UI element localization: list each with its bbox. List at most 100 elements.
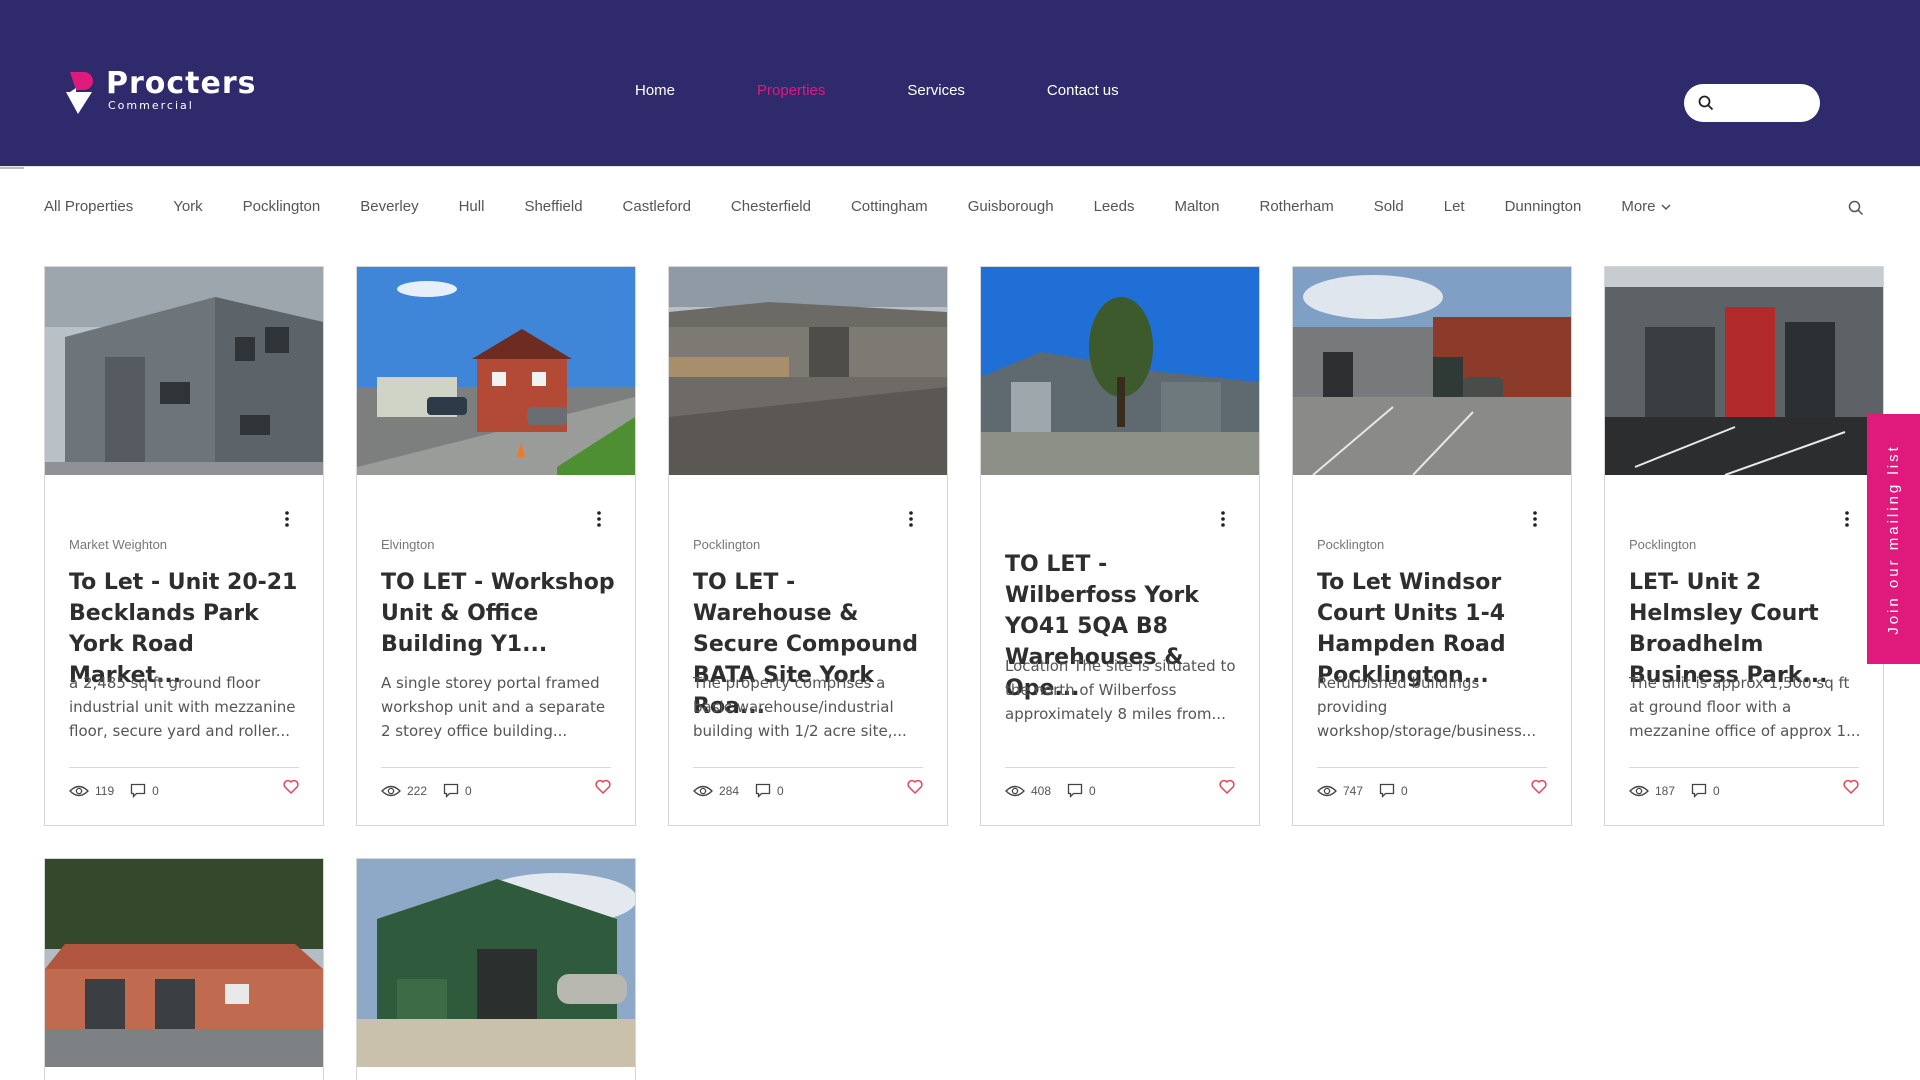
more-options-icon[interactable] xyxy=(909,511,913,527)
nav-properties[interactable]: Properties xyxy=(757,82,825,99)
category-hull[interactable]: Hull xyxy=(459,198,485,215)
comment-icon xyxy=(1691,783,1707,798)
category-let[interactable]: Let xyxy=(1444,198,1465,215)
comment-count: 0 xyxy=(152,783,159,798)
post-title[interactable]: TO LET - Workshop Unit & Office Building… xyxy=(381,567,617,660)
site-header: Procters Commercial Home Properties Serv… xyxy=(0,0,1920,166)
post-excerpt: Refurbished buildings providing workshop… xyxy=(1317,674,1537,740)
chevron-down-icon xyxy=(1660,203,1671,210)
property-card[interactable] xyxy=(44,858,324,1080)
card-divider xyxy=(1629,767,1859,768)
heart-icon[interactable] xyxy=(907,779,923,794)
more-options-icon[interactable] xyxy=(1845,511,1849,527)
comment-count: 0 xyxy=(1401,783,1408,798)
search-input[interactable] xyxy=(1722,95,1818,111)
property-photo[interactable] xyxy=(981,267,1259,475)
more-options-icon[interactable] xyxy=(1221,511,1225,527)
eye-icon xyxy=(1629,785,1649,796)
comment-icon xyxy=(1067,783,1083,798)
category-dunnington[interactable]: Dunnington xyxy=(1505,198,1582,215)
post-excerpt: The property comprises a basic warehouse… xyxy=(693,674,907,740)
post-stats: 222 0 xyxy=(381,783,488,798)
category-castleford[interactable]: Castleford xyxy=(623,198,691,215)
search-icon xyxy=(1848,200,1864,216)
property-photo[interactable] xyxy=(45,859,323,1072)
property-card[interactable]: Pocklington LET- Unit 2 Helmsley Court B… xyxy=(1604,266,1884,826)
category-york[interactable]: York xyxy=(173,198,202,215)
view-count: 187 xyxy=(1655,783,1676,798)
brand-name: Procters xyxy=(106,66,257,101)
eye-icon xyxy=(1317,785,1337,796)
heart-icon[interactable] xyxy=(1843,779,1859,794)
heart-icon[interactable] xyxy=(1219,779,1235,794)
view-count: 284 xyxy=(719,783,740,798)
post-category-label[interactable]: Elvington xyxy=(381,537,434,552)
more-options-icon[interactable] xyxy=(285,511,289,527)
nav-home[interactable]: Home xyxy=(635,82,675,99)
property-photo[interactable] xyxy=(1605,267,1883,475)
comment-count: 0 xyxy=(1713,783,1720,798)
view-count: 222 xyxy=(407,783,428,798)
property-card[interactable]: Elvington TO LET - Workshop Unit & Offic… xyxy=(356,266,636,826)
post-stats: 408 0 xyxy=(1005,783,1112,798)
property-photo[interactable] xyxy=(357,267,635,475)
category-sheffield[interactable]: Sheffield xyxy=(524,198,582,215)
card-divider xyxy=(1317,767,1547,768)
property-card[interactable]: Pocklington TO LET - Warehouse & Secure … xyxy=(668,266,948,826)
nav-services[interactable]: Services xyxy=(907,82,965,99)
heart-icon[interactable] xyxy=(595,779,611,794)
eye-icon xyxy=(693,785,713,796)
property-card[interactable]: Pocklington To Let Windsor Court Units 1… xyxy=(1292,266,1572,826)
post-stats: 119 0 xyxy=(69,783,175,798)
category-malton[interactable]: Malton xyxy=(1174,198,1219,215)
comment-icon xyxy=(1379,783,1395,798)
post-category-label[interactable]: Pocklington xyxy=(693,537,760,552)
category-pocklington[interactable]: Pocklington xyxy=(243,198,321,215)
post-category-label[interactable]: Pocklington xyxy=(1317,537,1384,552)
post-category-label[interactable]: Market Weighton xyxy=(69,537,167,552)
mailing-list-label: Join our mailing list xyxy=(1885,443,1902,635)
brand-subtitle: Commercial xyxy=(108,99,194,112)
divider xyxy=(0,167,24,169)
property-photo[interactable] xyxy=(45,267,323,475)
category-sold[interactable]: Sold xyxy=(1374,198,1404,215)
property-card[interactable]: Market Weighton To Let - Unit 20-21 Beck… xyxy=(44,266,324,826)
property-card[interactable]: TO LET - Wilberfoss York YO41 5QA B8 War… xyxy=(980,266,1260,826)
property-photo[interactable] xyxy=(669,267,947,475)
category-more-dropdown[interactable]: More xyxy=(1621,198,1671,215)
category-all-properties[interactable]: All Properties xyxy=(44,198,133,215)
brand-logo[interactable]: Procters Commercial xyxy=(64,68,257,116)
category-leeds[interactable]: Leeds xyxy=(1094,198,1135,215)
property-card[interactable] xyxy=(356,858,637,1080)
post-category-label[interactable]: Pocklington xyxy=(1629,537,1696,552)
post-excerpt: The unit is approx 1,500 sq ft at ground… xyxy=(1629,674,1861,740)
comment-icon xyxy=(755,783,771,798)
nav-contact[interactable]: Contact us xyxy=(1047,82,1119,99)
category-beverley[interactable]: Beverley xyxy=(360,198,418,215)
category-bar: All Properties York Pocklington Beverley… xyxy=(0,166,1920,246)
more-options-icon[interactable] xyxy=(597,511,601,527)
comment-count: 0 xyxy=(777,783,784,798)
property-photo[interactable] xyxy=(1293,267,1571,475)
category-chesterfield[interactable]: Chesterfield xyxy=(731,198,811,215)
more-label: More xyxy=(1621,198,1656,215)
eye-icon xyxy=(69,785,89,796)
more-options-icon[interactable] xyxy=(1533,511,1537,527)
heart-icon[interactable] xyxy=(1531,779,1547,794)
view-count: 408 xyxy=(1031,783,1052,798)
header-search[interactable] xyxy=(1684,84,1820,122)
main-nav: Home Properties Services Contact us xyxy=(635,82,1201,99)
card-divider xyxy=(381,767,611,768)
card-divider xyxy=(69,767,299,768)
category-rotherham[interactable]: Rotherham xyxy=(1260,198,1334,215)
heart-icon[interactable] xyxy=(283,779,299,794)
search-icon xyxy=(1698,95,1714,111)
procters-logo-icon xyxy=(64,70,94,116)
property-photo[interactable] xyxy=(357,859,637,1072)
category-guisborough[interactable]: Guisborough xyxy=(968,198,1054,215)
category-cottingham[interactable]: Cottingham xyxy=(851,198,928,215)
category-search-button[interactable] xyxy=(1848,200,1864,221)
comment-count: 0 xyxy=(1089,783,1096,798)
mailing-list-tab[interactable]: Join our mailing list xyxy=(1867,414,1920,664)
card-divider xyxy=(693,767,923,768)
